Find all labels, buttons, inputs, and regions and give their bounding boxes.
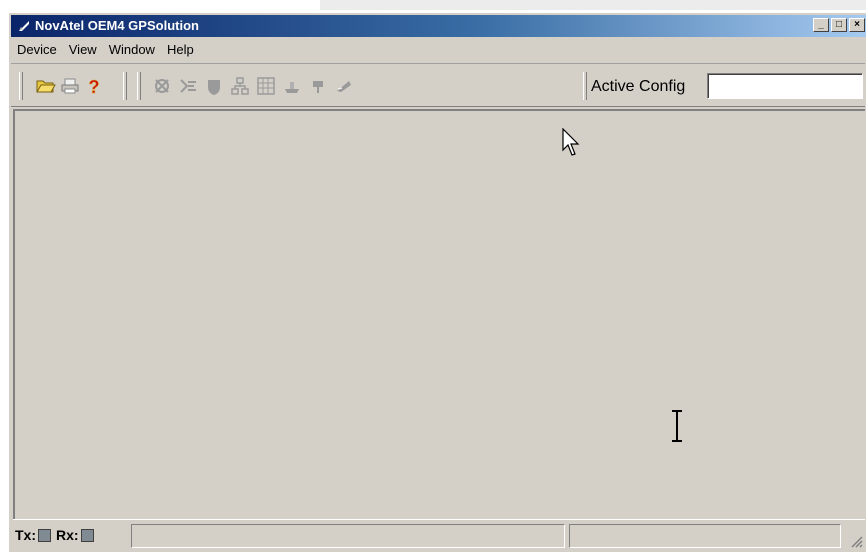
active-config-label: Active Config xyxy=(591,78,686,95)
print-icon[interactable] xyxy=(59,75,81,97)
toolbar-grip[interactable] xyxy=(19,72,23,100)
toolbar: ? Active Config xyxy=(11,63,865,107)
rx-label: Rx: xyxy=(56,527,79,543)
menu-window[interactable]: Window xyxy=(103,40,161,60)
app-window: NovAtel OEM4 GPSolution _ □ × Device Vie… xyxy=(8,12,866,552)
network-icon[interactable] xyxy=(229,75,251,97)
menu-device[interactable]: Device xyxy=(11,40,63,60)
tx-label: Tx: xyxy=(15,527,36,543)
satellite-icon[interactable] xyxy=(151,75,173,97)
maximize-button[interactable]: □ xyxy=(831,18,847,32)
workspace-area[interactable] xyxy=(13,109,865,519)
close-button[interactable]: × xyxy=(849,18,865,32)
constellation-icon[interactable] xyxy=(177,75,199,97)
toolbar-grip[interactable] xyxy=(137,72,141,100)
antenna-icon[interactable] xyxy=(333,75,355,97)
svg-text:?: ? xyxy=(89,77,100,96)
toolbar-separator xyxy=(123,72,127,100)
toolbar-grip[interactable] xyxy=(583,72,587,100)
grid-icon[interactable] xyxy=(255,75,277,97)
tx-led-icon xyxy=(38,528,51,542)
help-icon[interactable]: ? xyxy=(83,75,105,97)
rx-led-icon xyxy=(80,528,94,542)
menu-bar: Device View Window Help xyxy=(11,40,200,60)
resize-grip-icon[interactable] xyxy=(849,534,863,548)
text-cursor-icon xyxy=(672,410,682,442)
title-bar[interactable]: NovAtel OEM4 GPSolution _ □ × xyxy=(11,15,866,37)
desktop-shadow xyxy=(320,0,866,10)
menu-help[interactable]: Help xyxy=(161,40,200,60)
shield-icon[interactable] xyxy=(203,75,225,97)
menu-view[interactable]: View xyxy=(63,40,103,60)
ship-icon[interactable] xyxy=(281,75,303,97)
flag-icon[interactable] xyxy=(307,75,329,97)
tx-rx-indicators: Tx: Rx: xyxy=(15,527,97,543)
minimize-button[interactable]: _ xyxy=(813,18,829,32)
active-config-field[interactable] xyxy=(707,73,863,99)
mouse-pointer-icon xyxy=(562,128,580,156)
status-pane-main xyxy=(131,524,565,548)
window-controls: _ □ × xyxy=(813,18,865,34)
status-bar: Tx: Rx: xyxy=(13,519,865,554)
status-pane-secondary xyxy=(569,524,841,548)
folder-open-icon[interactable] xyxy=(35,75,57,97)
window-title: NovAtel OEM4 GPSolution xyxy=(35,18,199,33)
app-logo-icon xyxy=(19,21,29,31)
